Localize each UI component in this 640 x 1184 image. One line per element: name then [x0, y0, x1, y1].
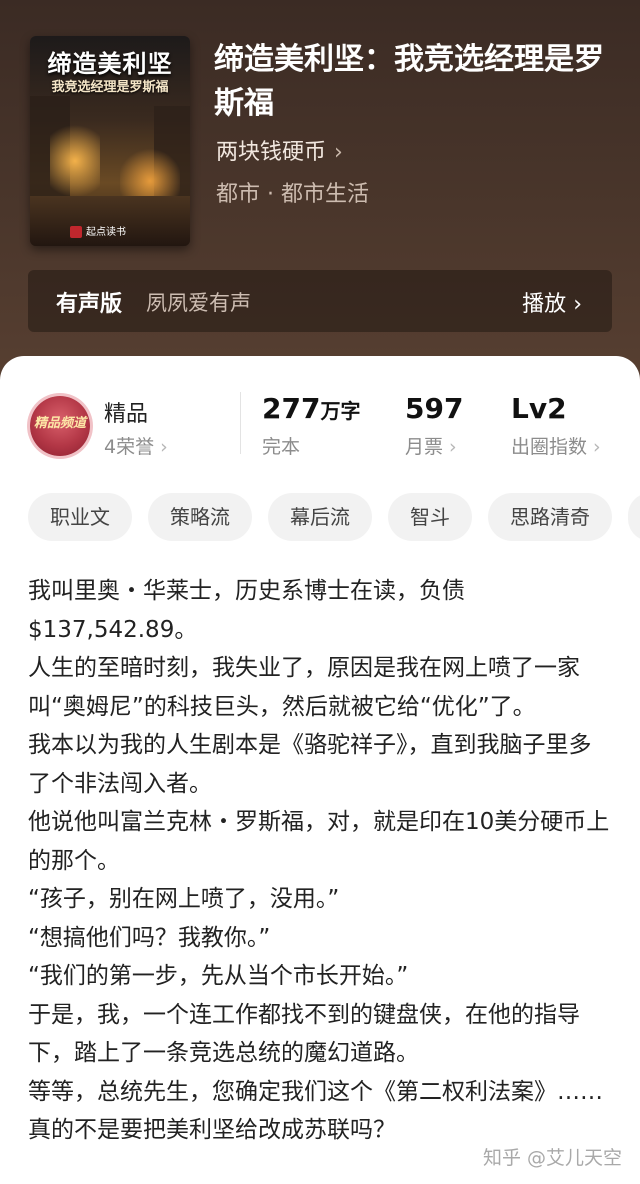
monthly-votes-label: 月票	[405, 436, 444, 458]
author-link[interactable]: 两块钱硬币 ›	[216, 134, 343, 166]
monthly-votes-value: 597	[405, 392, 464, 425]
popularity-level-value: Lv2	[511, 392, 567, 425]
narrator-name: 夙夙爱有声	[146, 291, 251, 315]
book-synopsis: 我叫里奥・华莱士，历史系博士在读，负债$137,542.89。 人生的至暗时刻，…	[28, 572, 612, 1150]
popularity-index-link[interactable]: 出圈指数 ›	[511, 432, 601, 459]
book-header: 缔造美利坚 我竞选经理是罗斯福 起点读书 缔造美利坚：我竞选经理是罗斯福 两块钱…	[0, 0, 640, 380]
synopsis-paragraph: “想搞他们吗？我教你。”	[28, 924, 271, 951]
badge-text: 精品频道	[33, 416, 86, 431]
chevron-right-icon: ›	[334, 140, 343, 165]
tag-chip[interactable]: 智斗	[388, 493, 472, 541]
tag-chip[interactable]	[628, 493, 640, 541]
chevron-right-icon: ›	[160, 436, 168, 458]
book-detail-card: 精品频道 精品 4荣誉 › 277万字 完本 597 月票 › Lv2 出圈指数 › …	[0, 356, 640, 1184]
honor-link[interactable]: 4荣誉 ›	[104, 432, 168, 459]
popularity-index-label: 出圈指数	[511, 436, 588, 458]
tag-list: 职业文 策略流 幕后流 智斗 思路清奇	[28, 493, 640, 543]
word-count: 277万字	[262, 392, 360, 425]
synopsis-paragraph: 我叫里奥・华莱士，历史系博士在读，负债$137,542.89。	[28, 578, 465, 643]
synopsis-paragraph: 人生的至暗时刻，我失业了，原因是我在网上喷了一家叫“奥姆尼”的科技巨头，然后就被…	[28, 655, 580, 720]
cover-art-light	[50, 116, 100, 206]
audiobook-label: 有声版	[56, 292, 123, 317]
audiobook-bar[interactable]: 有声版 夙夙爱有声 播放 ›	[28, 270, 612, 332]
synopsis-paragraph: “孩子，别在网上喷了，没用。”	[28, 886, 340, 912]
synopsis-paragraph: 他说他叫富兰克林・罗斯福，对，就是印在10美分硬币上的那个。	[28, 809, 610, 874]
completion-status: 完本	[262, 436, 301, 458]
cover-title: 缔造美利坚	[47, 50, 173, 78]
synopsis-paragraph: 我本以为我的人生剧本是《骆驼祥子》，直到我脑子里多了个非法闯入者。	[28, 732, 592, 797]
chevron-right-icon: ›	[573, 292, 582, 317]
monthly-votes-link[interactable]: 月票 ›	[405, 432, 457, 459]
synopsis-paragraph: 于是，我，一个连工作都找不到的键盘侠，在他的指导下，踏上了一条竞选总统的魔幻道路…	[28, 1001, 580, 1067]
synopsis-paragraph: “我们的第一步，先从当个市长开始。”	[28, 963, 409, 989]
tag-chip[interactable]: 职业文	[28, 493, 132, 541]
synopsis-paragraph: 等等，总统先生，您确定我们这个《第二权利法案》……真的不是要把美利坚给改成苏联吗…	[28, 1078, 603, 1144]
chevron-right-icon: ›	[449, 436, 457, 458]
publisher-logo-icon	[70, 226, 82, 238]
word-count-value: 277	[262, 392, 321, 425]
premium-channel-badge-icon: 精品频道	[30, 396, 90, 456]
tag-chip[interactable]: 幕后流	[268, 493, 372, 541]
cover-subtitle: 我竞选经理是罗斯福	[51, 80, 169, 95]
quality-label: 精品	[104, 402, 149, 427]
source-watermark: 知乎 @艾儿天空	[482, 1147, 622, 1169]
word-count-unit: 万字	[320, 399, 361, 423]
stats-divider	[240, 392, 241, 454]
chevron-right-icon: ›	[593, 436, 601, 458]
cover-art-street	[30, 196, 190, 246]
honor-count: 4荣誉	[104, 436, 155, 458]
play-label: 播放	[522, 292, 567, 317]
play-button[interactable]: 播放 ›	[522, 286, 582, 318]
book-cover[interactable]: 缔造美利坚 我竞选经理是罗斯福 起点读书	[30, 36, 190, 246]
book-genre: 都市 · 都市生活	[216, 182, 369, 207]
tag-chip[interactable]: 策略流	[148, 493, 252, 541]
tag-chip[interactable]: 思路清奇	[488, 493, 612, 541]
book-title: 缔造美利坚：我竞选经理是罗斯福	[214, 42, 604, 121]
author-name: 两块钱硬币	[216, 140, 327, 165]
cover-publisher: 起点读书	[86, 227, 126, 238]
